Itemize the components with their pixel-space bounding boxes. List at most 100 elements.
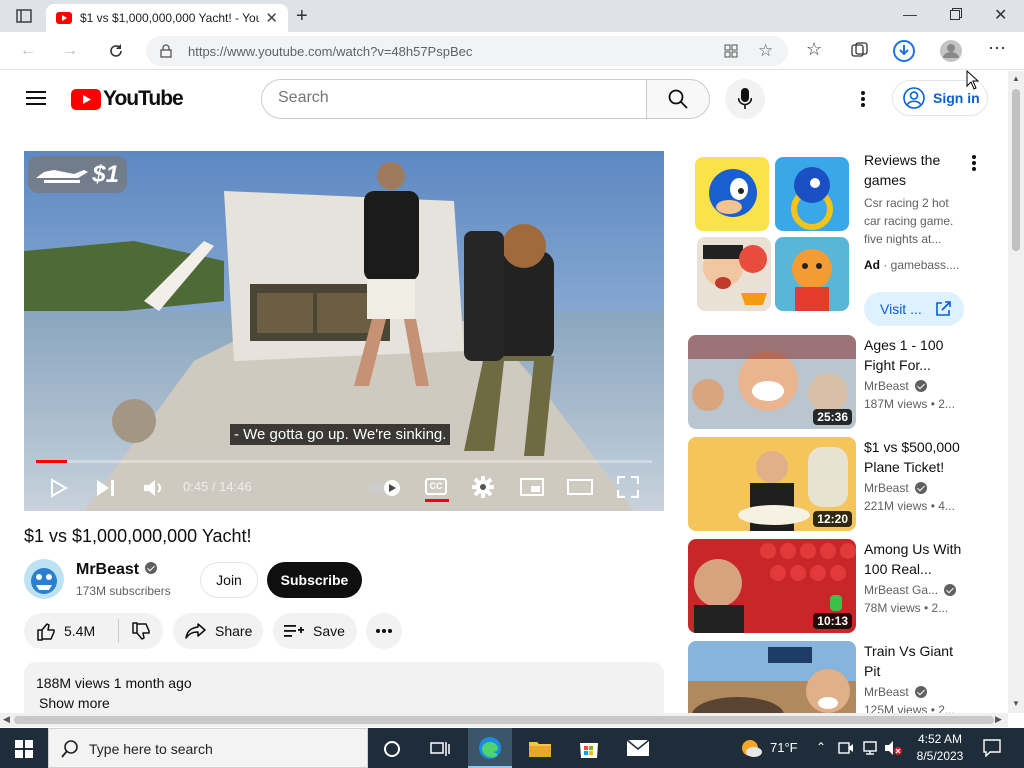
ad-visit-button[interactable]: Visit ... (864, 292, 964, 326)
recommendation-channel-text: MrBeast (864, 379, 909, 393)
recommendation-thumbnail: 25:36 (688, 335, 856, 429)
next-button[interactable] (96, 478, 116, 498)
settings-button[interactable] (472, 476, 494, 498)
scroll-right-icon[interactable]: ▶ (995, 714, 1002, 725)
video-progress-fill (36, 460, 68, 463)
vertical-scroll-thumb[interactable] (1012, 89, 1020, 251)
recommendation-item[interactable]: Train Vs Giant Pit MrBeast 125M views • … (688, 641, 978, 713)
like-dislike-group: 5.4M (24, 613, 163, 649)
settings-more-icon[interactable]: ⋯ (988, 38, 1007, 59)
network-icon[interactable] (862, 740, 878, 756)
favorites-icon[interactable]: ☆ (806, 39, 822, 60)
more-actions-button[interactable] (366, 613, 402, 649)
recommendation-item[interactable]: 12:20 $1 vs $500,000 Plane Ticket! MrBea… (688, 437, 978, 531)
profile-icon[interactable] (940, 40, 962, 62)
subscribe-button[interactable]: Subscribe (267, 562, 362, 598)
meet-now-icon[interactable] (838, 741, 854, 755)
show-more-link[interactable]: Show more (39, 695, 110, 711)
recommendation-thumbnail: 12:20 (688, 437, 856, 531)
recommendation-item[interactable]: 25:36 Ages 1 - 100 Fight For... MrBeast … (688, 335, 978, 429)
fullscreen-button[interactable] (617, 476, 639, 498)
ad-description: Csr racing 2 hot car racing game. five n… (864, 196, 954, 246)
join-button[interactable]: Join (200, 562, 258, 598)
tab-close-icon[interactable]: ✕ (265, 9, 278, 27)
task-view-icon[interactable] (430, 740, 450, 758)
url-field[interactable]: https://www.youtube.com/watch?v=48h57Psp… (146, 36, 788, 66)
video-progress-bar[interactable] (36, 460, 652, 463)
collections-icon[interactable] (851, 42, 869, 58)
volume-button[interactable] (143, 478, 165, 498)
captions-button[interactable]: CC (425, 478, 449, 502)
theater-mode-button[interactable] (567, 479, 593, 495)
voice-search-button[interactable] (725, 79, 765, 119)
windows-start-icon[interactable] (15, 740, 33, 758)
scroll-left-icon[interactable]: ◀ (3, 714, 10, 725)
settings-kebab-icon[interactable] (861, 91, 865, 107)
downloads-icon[interactable] (892, 39, 916, 63)
browser-tab-active[interactable]: $1 vs $1,000,000,000 Yacht! - YouTube ✕ (46, 4, 288, 32)
scroll-down-icon[interactable]: ▼ (1012, 699, 1020, 708)
share-button[interactable]: Share (173, 613, 263, 649)
refresh-icon[interactable] (107, 42, 125, 60)
hamburger-menu-icon[interactable] (26, 90, 46, 106)
recommendation-stats: 125M views • 2... (864, 703, 955, 713)
horizontal-scrollbar[interactable]: ◀ ▶ (0, 713, 1008, 727)
add-favorite-icon[interactable]: ☆ (758, 41, 773, 61)
system-clock[interactable]: 4:52 AM 8/5/2023 (912, 731, 968, 765)
new-tab-icon[interactable]: + (296, 5, 308, 28)
scroll-up-icon[interactable]: ▲ (1012, 74, 1020, 83)
channel-avatar-image (31, 568, 57, 594)
ad-menu-icon[interactable] (972, 155, 976, 171)
show-hidden-icons-icon[interactable]: ⌃ (816, 740, 826, 754)
channel-avatar[interactable] (24, 559, 64, 599)
app-available-icon[interactable] (724, 44, 738, 58)
horizontal-scroll-thumb[interactable] (14, 716, 994, 724)
youtube-logo[interactable]: YouTube (71, 87, 184, 111)
recommendation-duration: 10:13 (813, 613, 852, 629)
file-explorer-icon[interactable] (528, 738, 552, 758)
browser-address-bar: ← → https://www.youtube.com/watch?v=48h5… (0, 32, 1024, 70)
forward-icon[interactable]: → (62, 42, 78, 60)
search-input[interactable] (278, 80, 638, 116)
miniplayer-button[interactable] (520, 478, 544, 496)
notifications-icon[interactable] (983, 739, 1001, 757)
play-icon (51, 478, 68, 498)
tab-actions-icon[interactable] (16, 9, 32, 23)
cortana-icon[interactable] (383, 740, 401, 758)
mail-icon[interactable] (626, 739, 650, 757)
recommendation-item[interactable]: 10:13 Among Us With 100 Real... MrBeast … (688, 539, 978, 633)
channel-name[interactable]: MrBeast (76, 561, 158, 579)
ad-game-tile-toca (697, 237, 771, 311)
description-box[interactable]: 188M views 1 month ago Show more (24, 662, 664, 713)
recommendation-title: Among Us With 100 Real... (864, 541, 962, 577)
miniplayer-icon (520, 478, 544, 496)
recommendation-stats: 221M views • 4... (864, 499, 955, 513)
window-close-icon[interactable]: ✕ (994, 5, 1007, 25)
ad-advertiser-line: Ad · gamebass.... (864, 258, 960, 272)
microsoft-store-icon[interactable] (578, 737, 600, 759)
verified-icon (944, 584, 957, 596)
save-button[interactable]: Save (273, 613, 357, 649)
jet-ski-icon (36, 170, 88, 183)
badge-price: $1 (92, 160, 119, 188)
time-display: 0:45 / 14:46 (183, 479, 252, 494)
search-icon (668, 89, 688, 109)
autoplay-toggle[interactable] (368, 479, 402, 497)
minimize-icon[interactable]: — (903, 6, 917, 22)
video-caption: - We gotta go up. We're sinking. (230, 424, 451, 445)
recommendation-channel-text: MrBeast (864, 685, 909, 699)
restore-icon[interactable] (950, 8, 962, 20)
volume-muted-icon[interactable] (884, 740, 902, 756)
search-button[interactable] (646, 79, 710, 119)
play-button[interactable] (50, 478, 68, 498)
taskbar-search[interactable]: Type here to search (48, 728, 368, 768)
like-button[interactable]: 5.4M (24, 619, 119, 643)
taskbar-edge-app[interactable] (468, 728, 512, 768)
back-icon[interactable]: ← (20, 42, 36, 60)
vertical-scrollbar[interactable]: ▲ ▼ (1008, 71, 1024, 713)
video-title: $1 vs $1,000,000,000 Yacht! (24, 526, 252, 546)
video-player[interactable]: $1 - We gotta go up. We're sinking. 0:45… (24, 151, 664, 511)
dislike-button[interactable] (119, 621, 151, 641)
weather-icon[interactable] (740, 738, 762, 758)
youtube-page: YouTube Sign in (0, 71, 1008, 713)
